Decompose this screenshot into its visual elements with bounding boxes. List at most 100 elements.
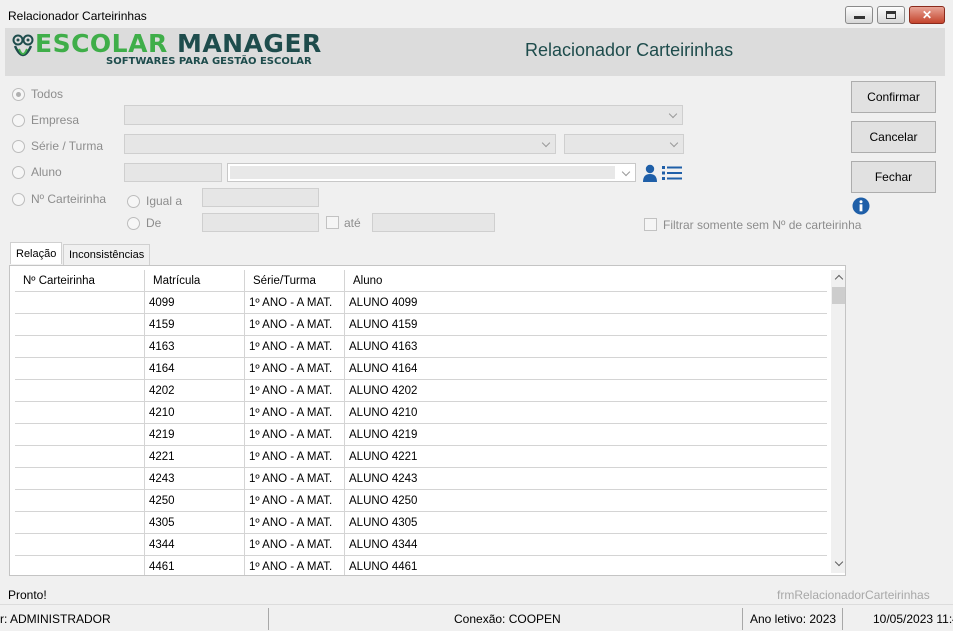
turma-select[interactable] — [564, 134, 684, 154]
close-button[interactable]: ✕ — [909, 6, 945, 24]
radio-todos[interactable]: Todos — [12, 87, 63, 101]
cell-serie-turma[interactable]: 1º ANO - A MAT. — [245, 292, 345, 314]
de-input[interactable] — [202, 213, 319, 232]
table-row[interactable]: 4099 1º ANO - A MAT. ALUNO 4099 — [15, 292, 827, 314]
cell-matricula[interactable]: 4344 — [145, 534, 245, 556]
radio-indicator[interactable] — [127, 194, 140, 208]
igual-a-input[interactable] — [202, 188, 319, 207]
table-row[interactable]: 4164 1º ANO - A MAT. ALUNO 4164 — [15, 358, 827, 380]
cell-carteirinha[interactable] — [15, 490, 145, 512]
radio-empresa[interactable]: Empresa — [12, 113, 79, 127]
list-icon[interactable] — [662, 165, 682, 181]
scroll-down-icon[interactable] — [834, 557, 844, 567]
cell-carteirinha[interactable] — [15, 402, 145, 424]
scroll-thumb[interactable] — [832, 287, 845, 304]
cell-carteirinha[interactable] — [15, 358, 145, 380]
cell-carteirinha[interactable] — [15, 512, 145, 534]
radio-indicator[interactable] — [12, 165, 25, 179]
cell-serie-turma[interactable]: 1º ANO - A MAT. — [245, 380, 345, 402]
cell-matricula[interactable]: 4221 — [145, 446, 245, 468]
cell-aluno[interactable]: ALUNO 4344 — [345, 534, 827, 556]
cell-matricula[interactable]: 4202 — [145, 380, 245, 402]
empresa-select[interactable] — [124, 105, 683, 125]
cell-matricula[interactable]: 4243 — [145, 468, 245, 490]
table-row[interactable]: 4159 1º ANO - A MAT. ALUNO 4159 — [15, 314, 827, 336]
table-row[interactable]: 4461 1º ANO - A MAT. ALUNO 4461 — [15, 556, 827, 575]
table-row[interactable]: 4202 1º ANO - A MAT. ALUNO 4202 — [15, 380, 827, 402]
cell-serie-turma[interactable]: 1º ANO - A MAT. — [245, 402, 345, 424]
cell-carteirinha[interactable] — [15, 446, 145, 468]
column-header-carteirinha[interactable]: Nº Carteirinha — [15, 270, 145, 292]
tab-relacao[interactable]: Relação — [10, 242, 63, 264]
cell-aluno[interactable]: ALUNO 4159 — [345, 314, 827, 336]
radio-indicator[interactable] — [12, 87, 25, 101]
cell-carteirinha[interactable] — [15, 556, 145, 575]
cell-serie-turma[interactable]: 1º ANO - A MAT. — [245, 534, 345, 556]
cell-matricula[interactable]: 4210 — [145, 402, 245, 424]
cancelar-button[interactable]: Cancelar — [851, 121, 936, 153]
aluno-select[interactable] — [227, 163, 636, 182]
cell-serie-turma[interactable]: 1º ANO - A MAT. — [245, 446, 345, 468]
cell-aluno[interactable]: ALUNO 4243 — [345, 468, 827, 490]
cell-aluno[interactable]: ALUNO 4221 — [345, 446, 827, 468]
cell-aluno[interactable]: ALUNO 4250 — [345, 490, 827, 512]
cell-carteirinha[interactable] — [15, 292, 145, 314]
radio-indicator[interactable] — [12, 139, 25, 153]
cell-carteirinha[interactable] — [15, 424, 145, 446]
radio-de[interactable]: De — [127, 216, 161, 230]
table-row[interactable]: 4163 1º ANO - A MAT. ALUNO 4163 — [15, 336, 827, 358]
column-header-serie-turma[interactable]: Série/Turma — [245, 270, 345, 292]
cell-serie-turma[interactable]: 1º ANO - A MAT. — [245, 424, 345, 446]
grid-scrollbar[interactable] — [831, 270, 845, 573]
cell-serie-turma[interactable]: 1º ANO - A MAT. — [245, 314, 345, 336]
cell-serie-turma[interactable]: 1º ANO - A MAT. — [245, 490, 345, 512]
ate-input[interactable] — [372, 213, 495, 232]
aluno-code-input[interactable] — [124, 163, 222, 182]
cell-matricula[interactable]: 4164 — [145, 358, 245, 380]
cell-matricula[interactable]: 4461 — [145, 556, 245, 575]
cell-aluno[interactable]: ALUNO 4219 — [345, 424, 827, 446]
user-search-icon[interactable] — [642, 164, 658, 182]
radio-indicator[interactable] — [12, 113, 25, 127]
cell-aluno[interactable]: ALUNO 4163 — [345, 336, 827, 358]
cell-aluno[interactable]: ALUNO 4461 — [345, 556, 827, 575]
confirmar-button[interactable]: Confirmar — [851, 81, 936, 113]
tab-inconsistencias[interactable]: Inconsistências — [63, 244, 151, 265]
serie-select[interactable] — [124, 134, 556, 154]
table-row[interactable]: 4221 1º ANO - A MAT. ALUNO 4221 — [15, 446, 827, 468]
cell-matricula[interactable]: 4099 — [145, 292, 245, 314]
column-header-aluno[interactable]: Aluno — [345, 270, 827, 292]
table-row[interactable]: 4305 1º ANO - A MAT. ALUNO 4305 — [15, 512, 827, 534]
radio-n-carteirinha[interactable]: Nº Carteirinha — [12, 192, 106, 206]
cell-matricula[interactable]: 4219 — [145, 424, 245, 446]
minimize-button[interactable] — [845, 6, 873, 24]
scroll-up-icon[interactable] — [834, 274, 844, 284]
cell-carteirinha[interactable] — [15, 534, 145, 556]
maximize-button[interactable] — [877, 6, 905, 24]
fechar-button[interactable]: Fechar — [851, 161, 936, 193]
cell-serie-turma[interactable]: 1º ANO - A MAT. — [245, 358, 345, 380]
cell-aluno[interactable]: ALUNO 4164 — [345, 358, 827, 380]
table-row[interactable]: 4344 1º ANO - A MAT. ALUNO 4344 — [15, 534, 827, 556]
cell-carteirinha[interactable] — [15, 468, 145, 490]
cell-serie-turma[interactable]: 1º ANO - A MAT. — [245, 556, 345, 575]
radio-aluno[interactable]: Aluno — [12, 165, 62, 179]
cell-matricula[interactable]: 4250 — [145, 490, 245, 512]
table-row[interactable]: 4250 1º ANO - A MAT. ALUNO 4250 — [15, 490, 827, 512]
cell-aluno[interactable]: ALUNO 4202 — [345, 380, 827, 402]
cell-matricula[interactable]: 4163 — [145, 336, 245, 358]
cell-carteirinha[interactable] — [15, 336, 145, 358]
ate-checkbox[interactable] — [326, 216, 339, 229]
cell-matricula[interactable]: 4159 — [145, 314, 245, 336]
cell-serie-turma[interactable]: 1º ANO - A MAT. — [245, 512, 345, 534]
radio-serie-turma[interactable]: Série / Turma — [12, 139, 103, 153]
radio-igual-a[interactable]: Igual a — [127, 194, 182, 208]
cell-carteirinha[interactable] — [15, 314, 145, 336]
table-row[interactable]: 4219 1º ANO - A MAT. ALUNO 4219 — [15, 424, 827, 446]
cell-aluno[interactable]: ALUNO 4305 — [345, 512, 827, 534]
radio-indicator[interactable] — [127, 216, 140, 230]
cell-serie-turma[interactable]: 1º ANO - A MAT. — [245, 336, 345, 358]
column-header-matricula[interactable]: Matrícula — [145, 270, 245, 292]
cell-aluno[interactable]: ALUNO 4099 — [345, 292, 827, 314]
cell-aluno[interactable]: ALUNO 4210 — [345, 402, 827, 424]
